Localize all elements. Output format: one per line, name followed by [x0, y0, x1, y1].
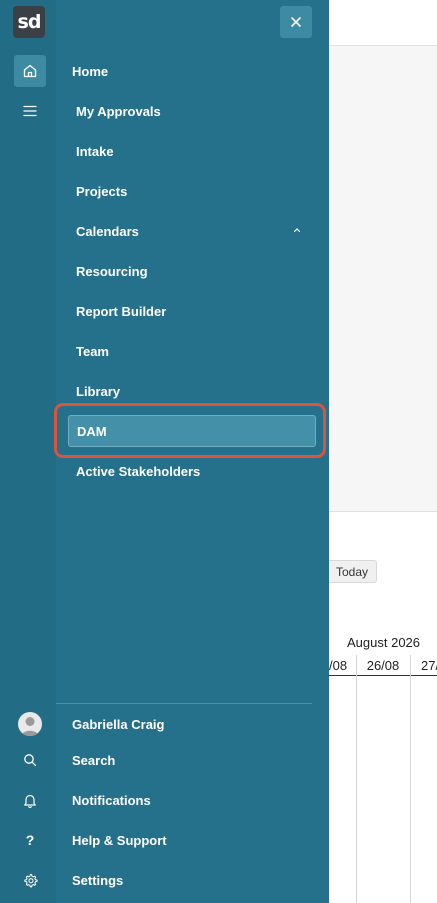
nav-item-projects[interactable]: Projects — [68, 175, 316, 207]
nav-item-library[interactable]: Library — [68, 375, 316, 407]
gear-icon — [23, 873, 38, 887]
search-item[interactable]: Search — [56, 744, 312, 776]
help-icon: ? — [25, 832, 35, 848]
nav-item-label: Calendars — [76, 223, 139, 239]
calendar-day: 26/08 — [366, 658, 400, 673]
nav-item-home[interactable]: Home — [56, 55, 304, 87]
calendar-month-label: August 2026 — [347, 635, 421, 650]
nav-item-label: Intake — [76, 143, 114, 159]
calendar-day-header: /08 26/08 27/ — [329, 655, 437, 676]
user-name: Gabriella Craig — [72, 716, 165, 732]
help-icon-button[interactable]: ? — [14, 824, 46, 856]
calendar-gridline — [410, 655, 411, 903]
nav-item-label: My Approvals — [76, 103, 161, 119]
settings-item[interactable]: Settings — [56, 864, 312, 896]
search-label: Search — [72, 752, 116, 768]
close-icon — [291, 17, 301, 27]
calendar-day: 27/ — [421, 658, 437, 673]
nav-item-active-stakeholders[interactable]: Active Stakeholders — [68, 455, 316, 487]
search-icon-button[interactable] — [14, 744, 46, 776]
nav-item-team[interactable]: Team — [68, 335, 316, 367]
nav-item-label: Library — [76, 383, 121, 399]
nav-item-label: Home — [72, 63, 109, 79]
rail-home-button[interactable] — [14, 55, 46, 87]
nav-item-dam[interactable]: DAM — [68, 415, 316, 447]
nav-item-label: Resourcing — [76, 263, 148, 279]
nav-item-report-builder[interactable]: Report Builder — [68, 295, 316, 327]
settings-icon-button[interactable] — [14, 864, 46, 896]
chevron-up-icon[interactable] — [292, 225, 302, 235]
user-profile-item[interactable]: Gabriella Craig — [56, 708, 312, 740]
nav-item-label: Report Builder — [76, 303, 167, 319]
nav-item-label: DAM — [77, 423, 107, 439]
user-avatar-button[interactable] — [14, 708, 46, 740]
help-support-item[interactable]: Help & Support — [56, 824, 312, 856]
help-label: Help & Support — [72, 832, 167, 848]
today-button[interactable]: Today — [327, 560, 377, 583]
notifications-label: Notifications — [72, 792, 151, 808]
nav-item-label: Team — [76, 343, 109, 359]
nav-item-resourcing[interactable]: Resourcing — [68, 255, 316, 287]
notifications-icon-button[interactable] — [14, 784, 46, 816]
user-icon — [21, 717, 39, 736]
nav-item-calendars[interactable]: Calendars — [68, 215, 316, 247]
footer-divider — [56, 703, 312, 704]
bell-icon — [24, 794, 36, 808]
nav-item-intake[interactable]: Intake — [68, 135, 316, 167]
avatar — [18, 712, 42, 736]
calendar-gridline — [356, 655, 357, 903]
nav-item-label: Active Stakeholders — [76, 463, 201, 479]
close-drawer-button[interactable] — [280, 6, 312, 38]
home-icon — [23, 64, 37, 78]
nav-item-label: Projects — [76, 183, 128, 199]
nav-item-my-approvals[interactable]: My Approvals — [68, 95, 316, 127]
settings-label: Settings — [72, 872, 124, 888]
rail-menu-button[interactable] — [14, 95, 46, 127]
search-icon — [24, 754, 37, 767]
calendar-day: /08 — [329, 658, 348, 673]
navigation-drawer: sd Home My Approvals Intake Projects Cal… — [0, 0, 329, 903]
app-logo[interactable]: sd — [13, 6, 45, 38]
menu-icon — [23, 105, 37, 117]
notifications-item[interactable]: Notifications — [56, 784, 312, 816]
